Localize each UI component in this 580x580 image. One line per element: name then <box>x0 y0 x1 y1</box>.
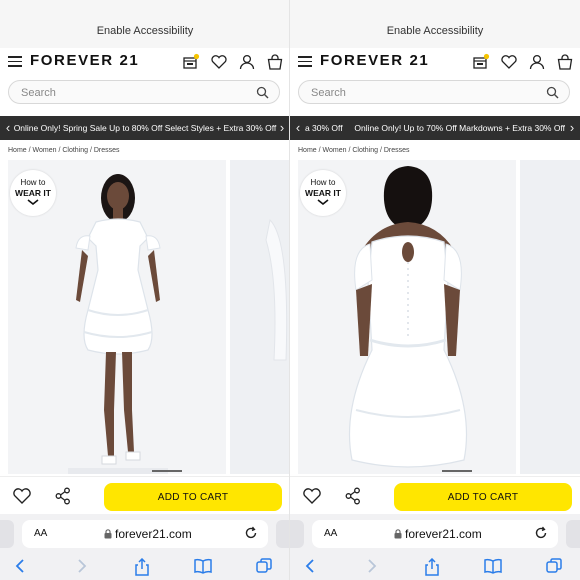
safari-share-icon[interactable] <box>134 558 150 576</box>
heart-icon[interactable] <box>210 53 228 71</box>
search-input[interactable]: Search <box>21 87 56 99</box>
safari-share-icon[interactable] <box>424 558 440 576</box>
how-to-wear-it-button[interactable]: How to WEAR IT <box>300 170 346 216</box>
address-bar[interactable]: AA forever21.com <box>22 520 268 548</box>
tabs-icon[interactable] <box>546 558 562 574</box>
heart-icon[interactable] <box>500 53 518 71</box>
promo-banner: ‹ a 30% Off Online Only! Up to 70% Off M… <box>290 116 580 140</box>
image-carousel-indicator <box>442 470 472 472</box>
how-to-wear-it-button[interactable]: How to WEAR IT <box>10 170 56 216</box>
back-icon[interactable] <box>304 558 316 574</box>
breadcrumb[interactable]: Home / Women / Clothing / Dresses <box>8 147 120 154</box>
search-bar[interactable]: Search <box>8 80 280 104</box>
bag-icon[interactable] <box>266 53 284 71</box>
search-input[interactable]: Search <box>311 87 346 99</box>
safari-address-area: AA forever21.com <box>0 514 290 554</box>
next-tab-edge[interactable] <box>276 520 290 548</box>
screenshot-right: Enable Accessibility FOREVER 21 Search ‹… <box>290 0 580 580</box>
share-icon[interactable] <box>345 487 361 505</box>
back-icon[interactable] <box>14 558 26 574</box>
bag-icon[interactable] <box>556 53 574 71</box>
next-product-image[interactable] <box>230 160 290 474</box>
address-bar[interactable]: AA forever21.com <box>312 520 558 548</box>
store-icon[interactable] <box>182 53 200 71</box>
lock-icon <box>104 529 112 539</box>
url-text[interactable]: forever21.com <box>405 527 482 541</box>
safari-toolbar <box>0 554 290 580</box>
site-logo[interactable]: FOREVER 21 <box>320 52 429 69</box>
promo-text[interactable]: Online Only! Spring Sale Up to 80% Off S… <box>0 123 290 133</box>
tabs-icon[interactable] <box>256 558 272 574</box>
product-image[interactable]: How to WEAR IT <box>298 160 516 474</box>
url-text[interactable]: forever21.com <box>115 527 192 541</box>
bookmarks-icon[interactable] <box>484 558 502 574</box>
promo-text[interactable]: a 30% Off Online Only! Up to 70% Off Mar… <box>290 123 580 133</box>
menu-icon[interactable] <box>298 56 312 67</box>
share-icon[interactable] <box>55 487 71 505</box>
lock-icon <box>394 529 402 539</box>
next-product-image[interactable] <box>520 160 580 474</box>
how-to-label: How to <box>310 178 336 187</box>
forward-icon[interactable] <box>366 558 378 574</box>
site-header: FOREVER 21 <box>290 48 580 76</box>
site-logo[interactable]: FOREVER 21 <box>30 52 139 69</box>
bookmarks-icon[interactable] <box>194 558 212 574</box>
wear-it-label: WEAR IT <box>305 188 341 198</box>
search-icon[interactable] <box>546 86 559 99</box>
menu-icon[interactable] <box>8 56 22 67</box>
reader-aa-button[interactable]: AA <box>324 528 337 539</box>
safari-toolbar <box>290 554 580 580</box>
promo-banner: ‹ Online Only! Spring Sale Up to 80% Off… <box>0 116 290 140</box>
search-bar[interactable]: Search <box>298 80 570 104</box>
enable-accessibility-link[interactable]: Enable Accessibility <box>0 0 290 48</box>
enable-accessibility-link[interactable]: Enable Accessibility <box>290 0 580 48</box>
breadcrumb[interactable]: Home / Women / Clothing / Dresses <box>298 147 410 154</box>
site-header: FOREVER 21 <box>0 48 290 76</box>
how-to-label: How to <box>20 178 46 187</box>
promo-next-icon[interactable]: › <box>276 120 288 136</box>
add-to-cart-button[interactable]: ADD TO CART <box>104 483 282 511</box>
reload-icon[interactable] <box>534 526 548 540</box>
account-icon[interactable] <box>238 53 256 71</box>
next-tab-edge[interactable] <box>566 520 580 548</box>
wear-it-label: WEAR IT <box>15 188 51 198</box>
account-icon[interactable] <box>528 53 546 71</box>
previous-tab-edge[interactable] <box>0 520 14 548</box>
store-icon[interactable] <box>472 53 490 71</box>
reader-aa-button[interactable]: AA <box>34 528 47 539</box>
add-to-cart-button[interactable]: ADD TO CART <box>394 483 572 511</box>
chevron-down-icon <box>27 199 39 205</box>
screenshot-left: Enable Accessibility FOREVER 21 Search ‹… <box>0 0 290 580</box>
product-action-bar: ADD TO CART <box>290 476 580 514</box>
product-action-bar: ADD TO CART <box>0 476 290 514</box>
reload-icon[interactable] <box>244 526 258 540</box>
heart-icon[interactable] <box>302 487 322 505</box>
chevron-down-icon <box>317 199 329 205</box>
safari-address-area: AA forever21.com <box>290 514 580 554</box>
previous-tab-edge[interactable] <box>290 520 304 548</box>
product-image[interactable]: How to WEAR IT <box>8 160 226 474</box>
promo-next-icon[interactable]: › <box>566 120 578 136</box>
heart-icon[interactable] <box>12 487 32 505</box>
header-icons <box>182 53 284 71</box>
forward-icon[interactable] <box>76 558 88 574</box>
search-icon[interactable] <box>256 86 269 99</box>
header-icons <box>472 53 574 71</box>
image-carousel-indicator <box>152 470 182 472</box>
